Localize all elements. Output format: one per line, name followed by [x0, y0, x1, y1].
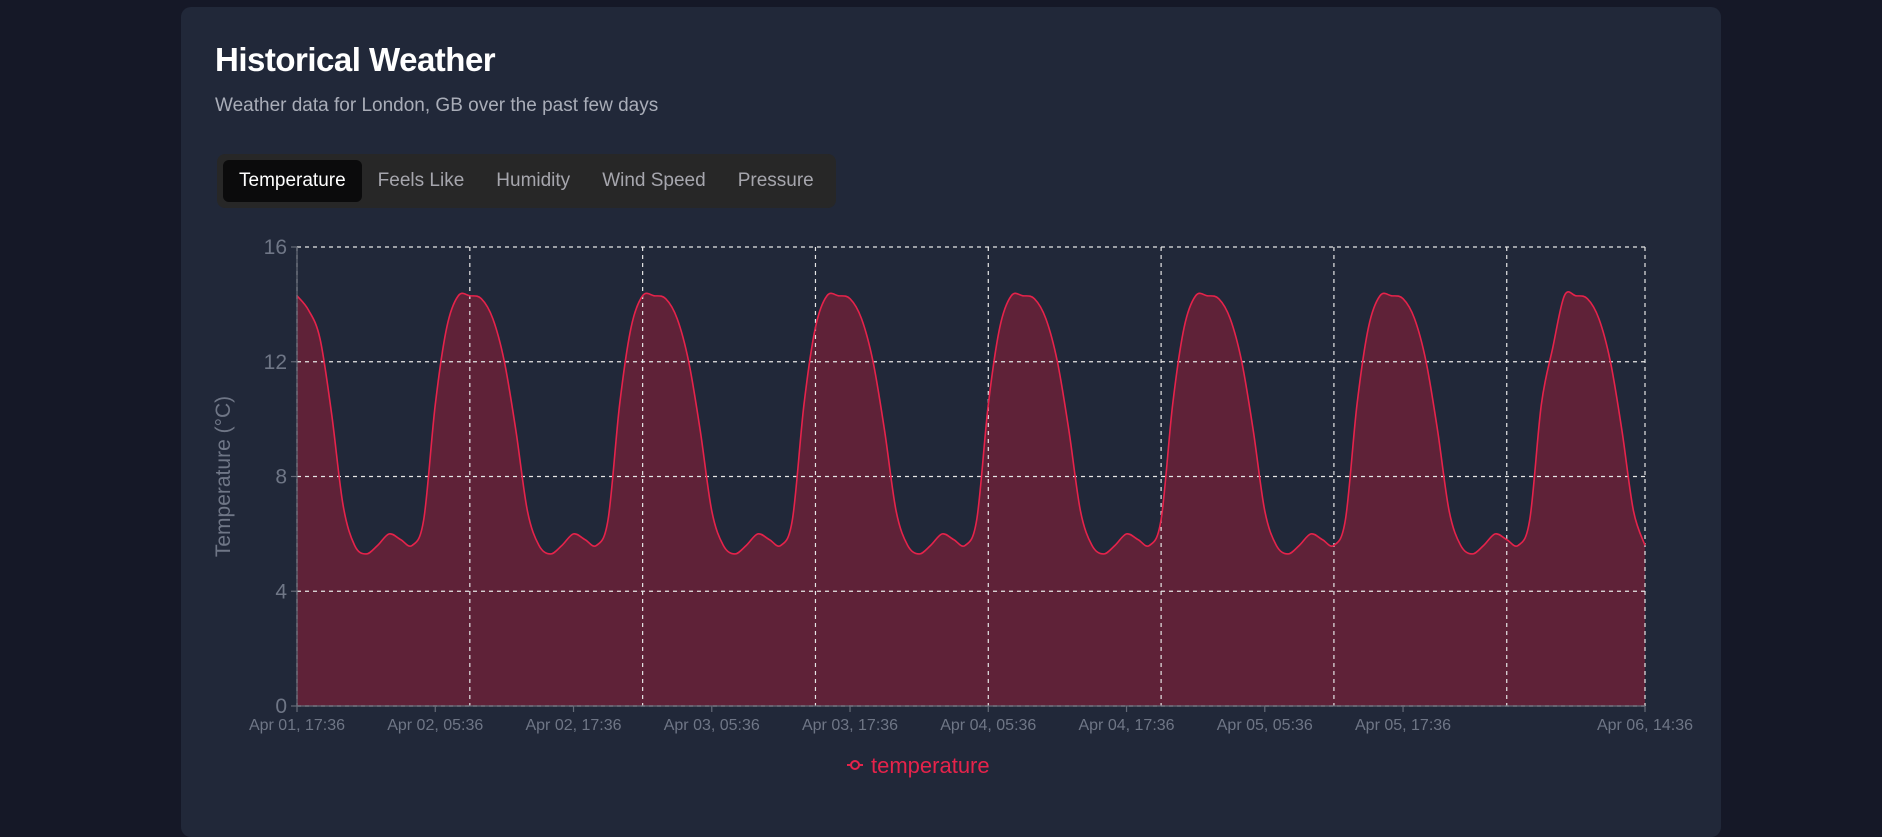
x-tick-label: Apr 02, 17:36 — [525, 717, 621, 734]
x-tick-label: Apr 06, 14:36 — [1597, 717, 1693, 734]
y-tick-label: 12 — [264, 351, 287, 374]
y-tick-label: 0 — [275, 695, 287, 718]
y-axis-label: Temperature (°C) — [212, 396, 235, 557]
x-tick-label: Apr 05, 05:36 — [1217, 717, 1313, 734]
x-tick-label: Apr 04, 17:36 — [1078, 717, 1174, 734]
y-tick-label: 16 — [264, 236, 287, 259]
x-tick-label: Apr 03, 05:36 — [664, 717, 760, 734]
x-tick-label: Apr 05, 17:36 — [1355, 717, 1451, 734]
y-tick-label: 8 — [275, 466, 287, 489]
x-tick-label: Apr 04, 05:36 — [940, 717, 1036, 734]
x-tick-label: Apr 01, 17:36 — [249, 717, 345, 734]
x-tick-label: Apr 02, 05:36 — [387, 717, 483, 734]
temperature-chart: 0 4 8 12 16 Apr 01, 17:36 Apr 02, 05:36 Apr 02,… — [212, 236, 1693, 778]
legend-marker — [850, 760, 860, 770]
temperature-area — [297, 291, 1645, 706]
x-tick-label: Apr 03, 17:36 — [802, 717, 898, 734]
legend-label: temperature — [871, 753, 990, 778]
y-tick-label: 4 — [275, 580, 287, 603]
